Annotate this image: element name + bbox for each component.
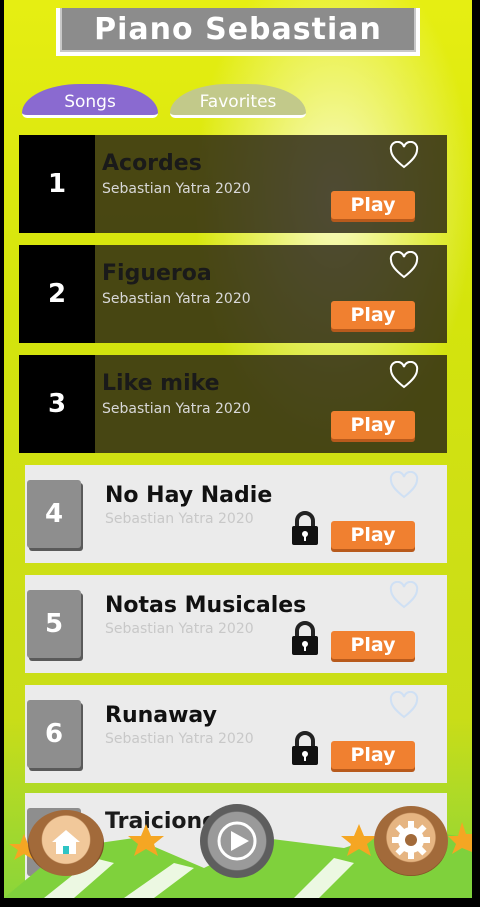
play-button[interactable]: Play	[331, 741, 415, 769]
play-button[interactable]: Play	[331, 301, 415, 329]
song-row[interactable]: 4 No Hay Nadie Sebastian Yatra 2020 Play	[25, 465, 447, 563]
song-title: Notas Musicales	[105, 593, 307, 618]
song-artist: Sebastian Yatra 2020	[105, 731, 254, 747]
song-row[interactable]: 2 Figueroa Sebastian Yatra 2020 Play	[19, 245, 447, 343]
play-button[interactable]: Play	[331, 631, 415, 659]
song-row[interactable]: 5 Notas Musicales Sebastian Yatra 2020 P…	[25, 575, 447, 673]
bottom-nav	[4, 804, 472, 898]
play-button[interactable]: Play	[331, 411, 415, 439]
song-artist: Sebastian Yatra 2020	[105, 621, 254, 637]
play-button[interactable]: Play	[331, 191, 415, 219]
play-button[interactable]: Play	[331, 521, 415, 549]
lock-icon	[292, 731, 318, 765]
app-screen: Piano Sebastian Songs Favorites 1 Acorde…	[4, 0, 472, 898]
song-number: 2	[19, 245, 95, 343]
song-artist: Sebastian Yatra 2020	[102, 401, 251, 417]
heart-icon[interactable]	[389, 691, 419, 719]
tab-favorites[interactable]: Favorites	[170, 84, 306, 118]
heart-icon[interactable]	[389, 361, 419, 389]
song-title: No Hay Nadie	[105, 483, 273, 508]
tab-songs[interactable]: Songs	[22, 84, 158, 118]
heart-icon[interactable]	[389, 581, 419, 609]
song-title: Figueroa	[102, 261, 212, 286]
song-artist: Sebastian Yatra 2020	[102, 181, 251, 197]
song-title: Acordes	[102, 151, 202, 176]
song-title: Like mike	[102, 371, 220, 396]
song-title: Runaway	[105, 703, 217, 728]
play-nav-button[interactable]	[200, 804, 274, 878]
home-button[interactable]	[28, 810, 104, 876]
song-number: 3	[19, 355, 95, 453]
home-icon	[52, 830, 80, 854]
song-artist: Sebastian Yatra 2020	[102, 291, 251, 307]
title-banner: Piano Sebastian	[56, 8, 420, 56]
settings-button[interactable]	[374, 806, 448, 876]
lock-icon	[292, 511, 318, 545]
song-row[interactable]: 1 Acordes Sebastian Yatra 2020 Play	[19, 135, 447, 233]
song-number: 6	[27, 700, 81, 768]
heart-icon[interactable]	[389, 471, 419, 499]
song-row[interactable]: 6 Runaway Sebastian Yatra 2020 Play	[25, 685, 447, 783]
heart-icon[interactable]	[389, 141, 419, 169]
play-icon	[217, 821, 257, 861]
song-number: 5	[27, 590, 81, 658]
heart-icon[interactable]	[389, 251, 419, 279]
song-number: 4	[27, 480, 81, 548]
gear-icon	[392, 821, 430, 859]
song-row[interactable]: 3 Like mike Sebastian Yatra 2020 Play	[19, 355, 447, 453]
page-title: Piano Sebastian	[60, 8, 416, 52]
lock-icon	[292, 621, 318, 655]
song-artist: Sebastian Yatra 2020	[105, 511, 254, 527]
song-number: 1	[19, 135, 95, 233]
